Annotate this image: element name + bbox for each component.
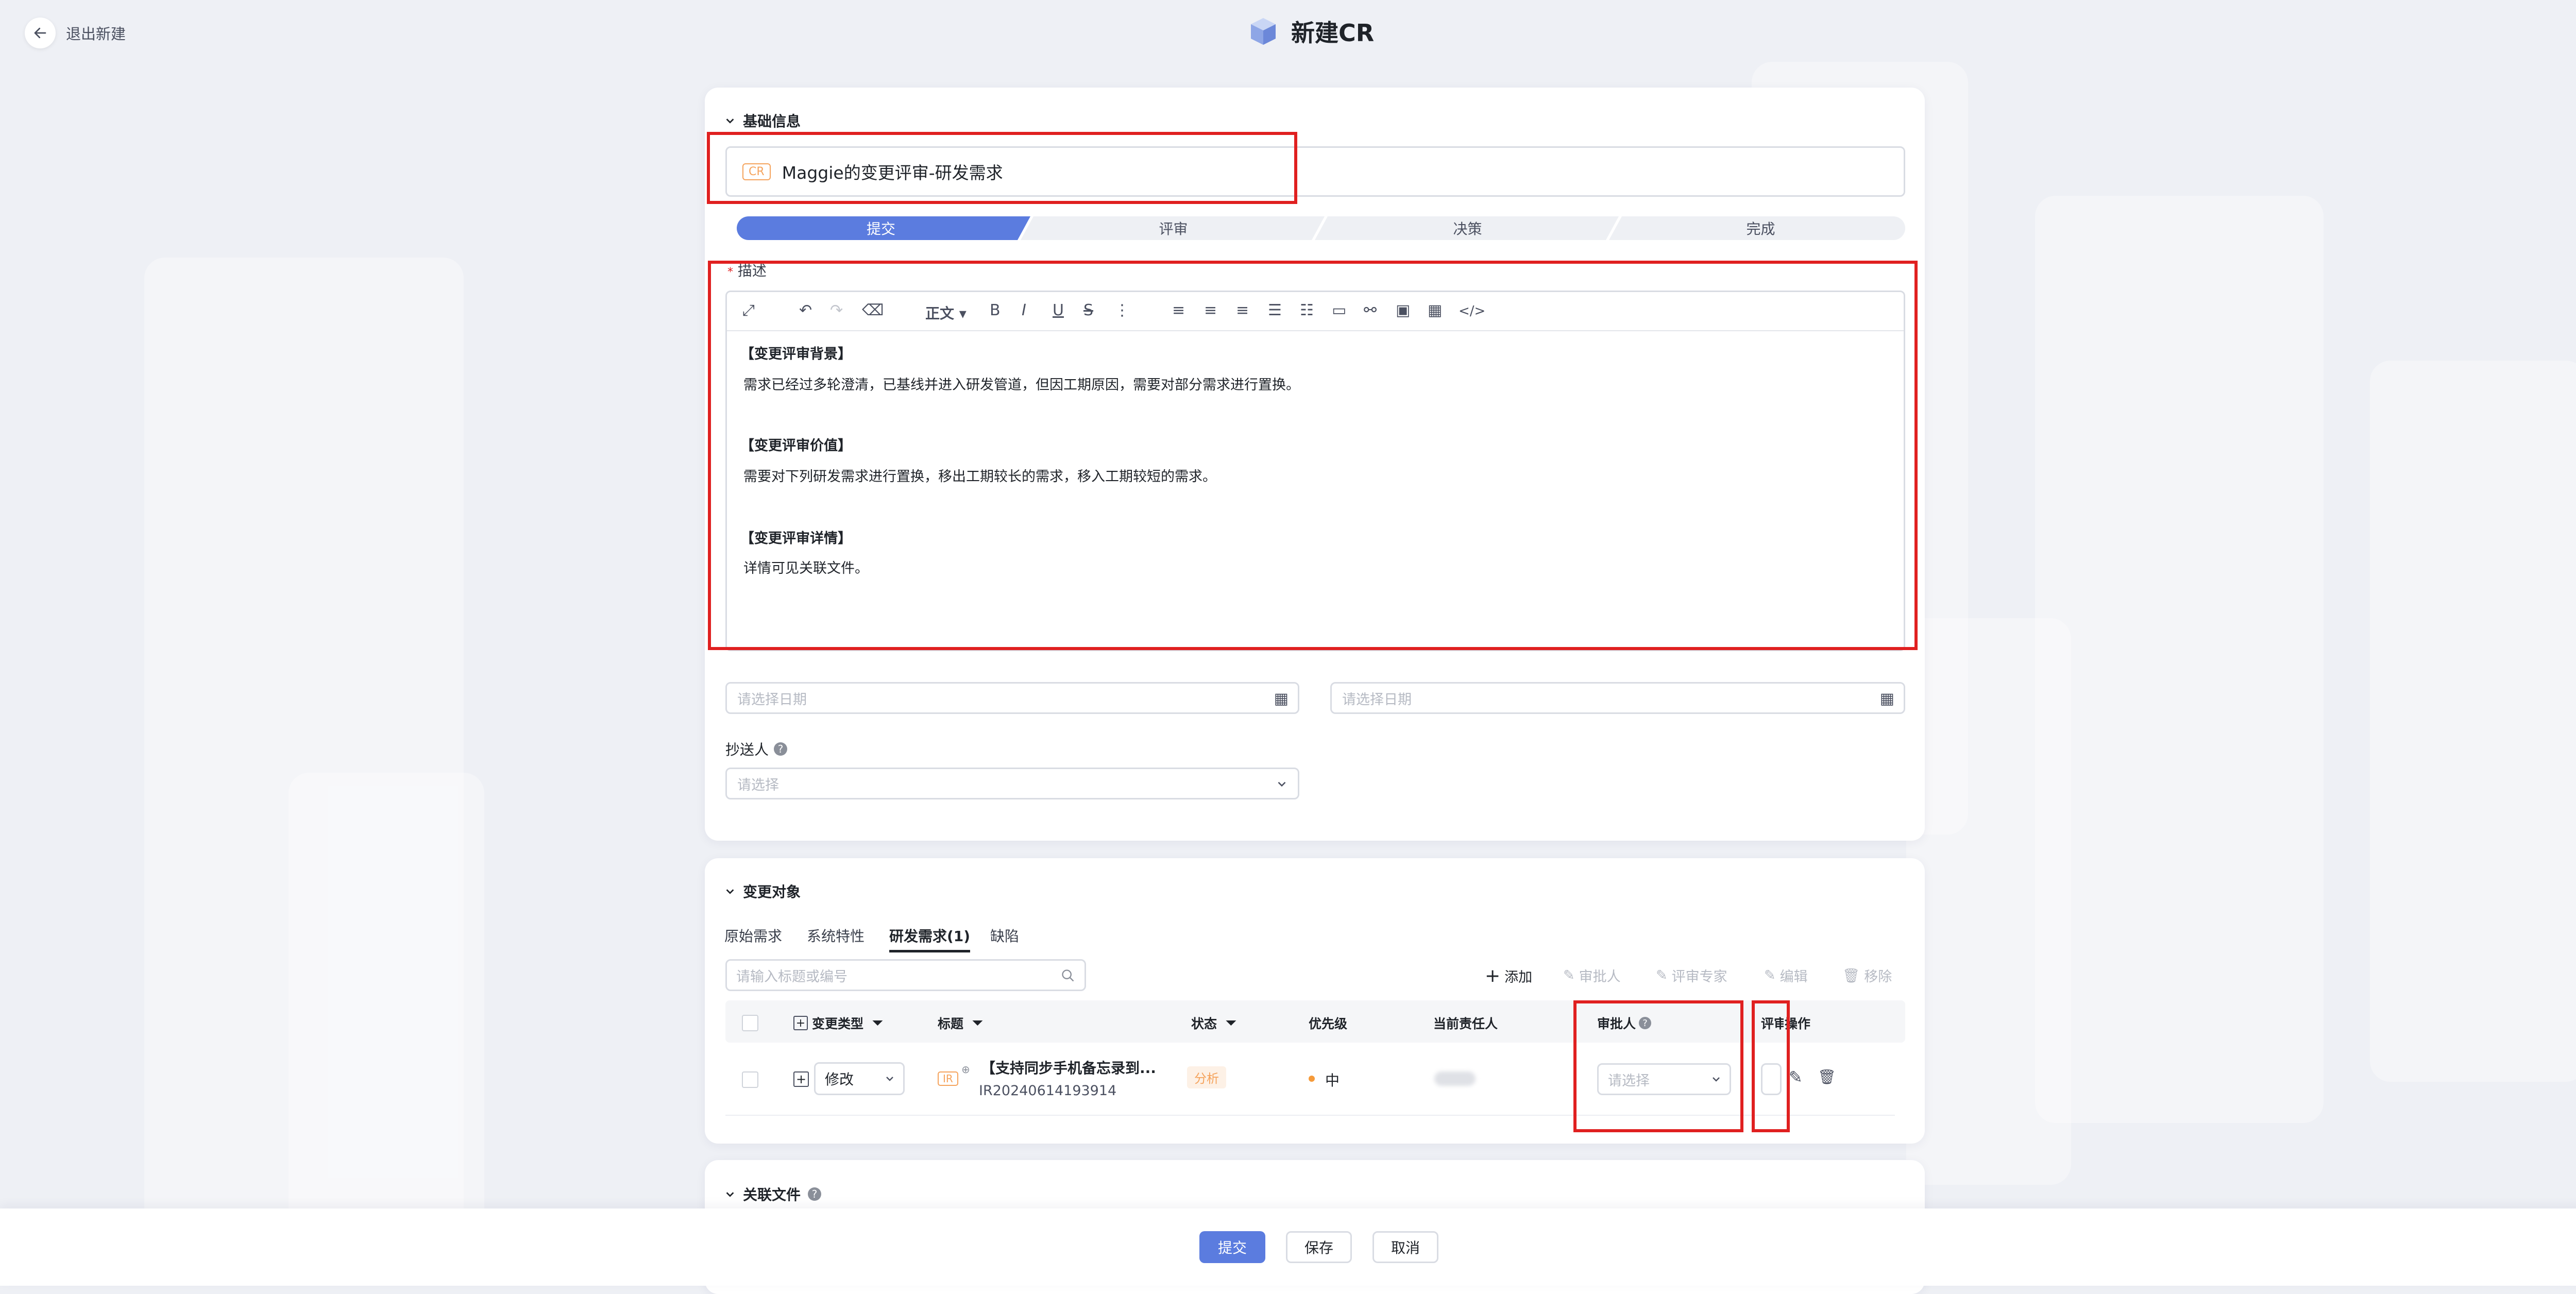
section-title: 关联文件 <box>743 1186 801 1203</box>
progress-stepper: 提交 评审 决策 完成 <box>737 216 1905 240</box>
step-submit: 提交 <box>866 220 895 237</box>
section-title: 基础信息 <box>743 113 801 130</box>
delete-row-icon[interactable]: 🗑 <box>1818 1068 1836 1085</box>
add-label: 添加 <box>1504 969 1533 985</box>
calendar-icon: ▦ <box>1879 690 1894 708</box>
cube-logo-icon <box>1251 18 1276 45</box>
start-date-field[interactable]: 请选择日期 ▦ <box>725 682 1299 714</box>
cc-placeholder: 请选择 <box>737 777 779 793</box>
calendar-icon: ▦ <box>1274 690 1289 708</box>
background-building <box>2035 196 2324 1123</box>
related-files-header[interactable]: 关联文件 ? <box>724 1184 822 1204</box>
pencil-icon: ✎ <box>1656 967 1668 983</box>
highlight-reviewer-column <box>1752 1000 1790 1132</box>
remove-label: 移除 <box>1864 969 1892 985</box>
filter-icon[interactable]: ⏷ <box>972 1014 983 1032</box>
change-type-value: 修改 <box>825 1071 854 1088</box>
change-type-select[interactable]: 修改 <box>814 1062 905 1095</box>
step-review: 评审 <box>1159 220 1188 237</box>
background-building <box>1906 618 2071 1185</box>
highlight-title-box <box>707 132 1297 204</box>
edit-row-icon[interactable]: ✎ <box>1789 1067 1803 1087</box>
step-decision: 决策 <box>1453 220 1482 237</box>
col-priority: 优先级 <box>1309 1016 1348 1031</box>
col-status-label: 状态 <box>1191 1016 1217 1031</box>
basic-info-header[interactable]: 基础信息 <box>724 110 801 131</box>
row-checkbox[interactable] <box>742 1071 758 1088</box>
page-title: 新建CR <box>1291 19 1375 47</box>
tab-original-requirement[interactable]: 原始需求 <box>724 925 782 946</box>
chevron-down-icon <box>1278 781 1286 787</box>
chevron-down-icon <box>726 889 734 894</box>
chevron-down-icon <box>726 1192 734 1197</box>
search-icon <box>1062 969 1074 982</box>
save-button[interactable]: 保存 <box>1286 1231 1352 1263</box>
back-label: 退出新建 <box>66 25 126 43</box>
set-approver-button[interactable]: ✎ 审批人 <box>1563 965 1621 985</box>
lock-icon: ⊕ <box>961 1063 970 1076</box>
col-status[interactable]: 状态 ⏷ <box>1191 1014 1236 1032</box>
step-complete: 完成 <box>1746 220 1775 237</box>
add-button[interactable]: + 添加 <box>1485 965 1532 986</box>
status-badge: 分析 <box>1187 1066 1226 1088</box>
arrow-left-icon <box>25 18 56 48</box>
ir-badge: IR <box>938 1071 958 1086</box>
col-change-type-label: 变更类型 <box>812 1016 864 1031</box>
select-all-checkbox[interactable] <box>742 1015 758 1031</box>
tab-defect[interactable]: 缺陷 <box>990 925 1019 946</box>
priority-dot <box>1309 1076 1315 1082</box>
tab-system-feature[interactable]: 系统特性 <box>807 925 865 946</box>
pencil-icon: ✎ <box>1563 967 1575 983</box>
end-date-field[interactable]: 请选择日期 ▦ <box>1330 682 1905 714</box>
background-building <box>289 773 484 1236</box>
filter-icon[interactable]: ⏷ <box>1225 1014 1236 1032</box>
pencil-icon: ✎ <box>1764 967 1776 983</box>
background-building <box>2370 361 2576 1082</box>
cancel-button[interactable]: 取消 <box>1372 1231 1438 1263</box>
submit-button[interactable]: 提交 <box>1199 1231 1265 1263</box>
cc-label-text: 抄送人 <box>725 741 769 758</box>
highlight-description-box <box>708 261 1918 650</box>
expand-all-icon[interactable]: + <box>793 1016 808 1030</box>
col-title[interactable]: 标题 ⏷ <box>938 1014 983 1032</box>
chevron-down-icon <box>886 1077 893 1081</box>
priority-value: 中 <box>1325 1072 1340 1089</box>
row-expand-icon[interactable]: + <box>793 1071 809 1087</box>
set-expert-label: 评审专家 <box>1671 969 1727 985</box>
col-owner: 当前责任人 <box>1433 1016 1498 1031</box>
filter-icon[interactable]: ⏷ <box>872 1014 883 1032</box>
requirement-title-link[interactable]: 【支持同步手机备忘录到... <box>981 1057 1156 1078</box>
highlight-approver-column <box>1573 1000 1743 1132</box>
cc-select[interactable]: 请选择 <box>725 768 1299 799</box>
col-title-label: 标题 <box>938 1016 964 1031</box>
plus-icon: + <box>1485 965 1501 986</box>
edit-label: 编辑 <box>1780 969 1808 985</box>
start-date-placeholder: 请选择日期 <box>737 691 807 708</box>
cc-label: 抄送人 ? <box>725 739 788 759</box>
search-input[interactable]: 请输入标题或编号 <box>725 959 1086 991</box>
search-placeholder: 请输入标题或编号 <box>736 968 848 985</box>
requirement-code: IR20240614193914 <box>979 1083 1117 1099</box>
edit-button[interactable]: ✎ 编辑 <box>1764 965 1808 985</box>
help-icon[interactable]: ? <box>808 1187 822 1201</box>
page-header: 新建CR <box>1247 14 1374 48</box>
tab-dev-requirement[interactable]: 研发需求(1) <box>889 925 971 952</box>
set-expert-button[interactable]: ✎ 评审专家 <box>1656 965 1727 985</box>
chevron-down-icon <box>726 118 734 124</box>
set-approver-label: 审批人 <box>1579 969 1621 985</box>
back-button[interactable]: 退出新建 <box>25 18 126 48</box>
col-change-type[interactable]: + 变更类型 ⏷ <box>793 1014 883 1032</box>
help-icon[interactable]: ? <box>774 742 788 756</box>
trash-icon: 🗑 <box>1842 967 1860 984</box>
change-object-header[interactable]: 变更对象 <box>724 881 801 901</box>
remove-button[interactable]: 🗑 移除 <box>1842 965 1892 985</box>
end-date-placeholder: 请选择日期 <box>1342 691 1412 708</box>
owner-blurred <box>1434 1071 1476 1086</box>
section-title: 变更对象 <box>743 883 801 900</box>
